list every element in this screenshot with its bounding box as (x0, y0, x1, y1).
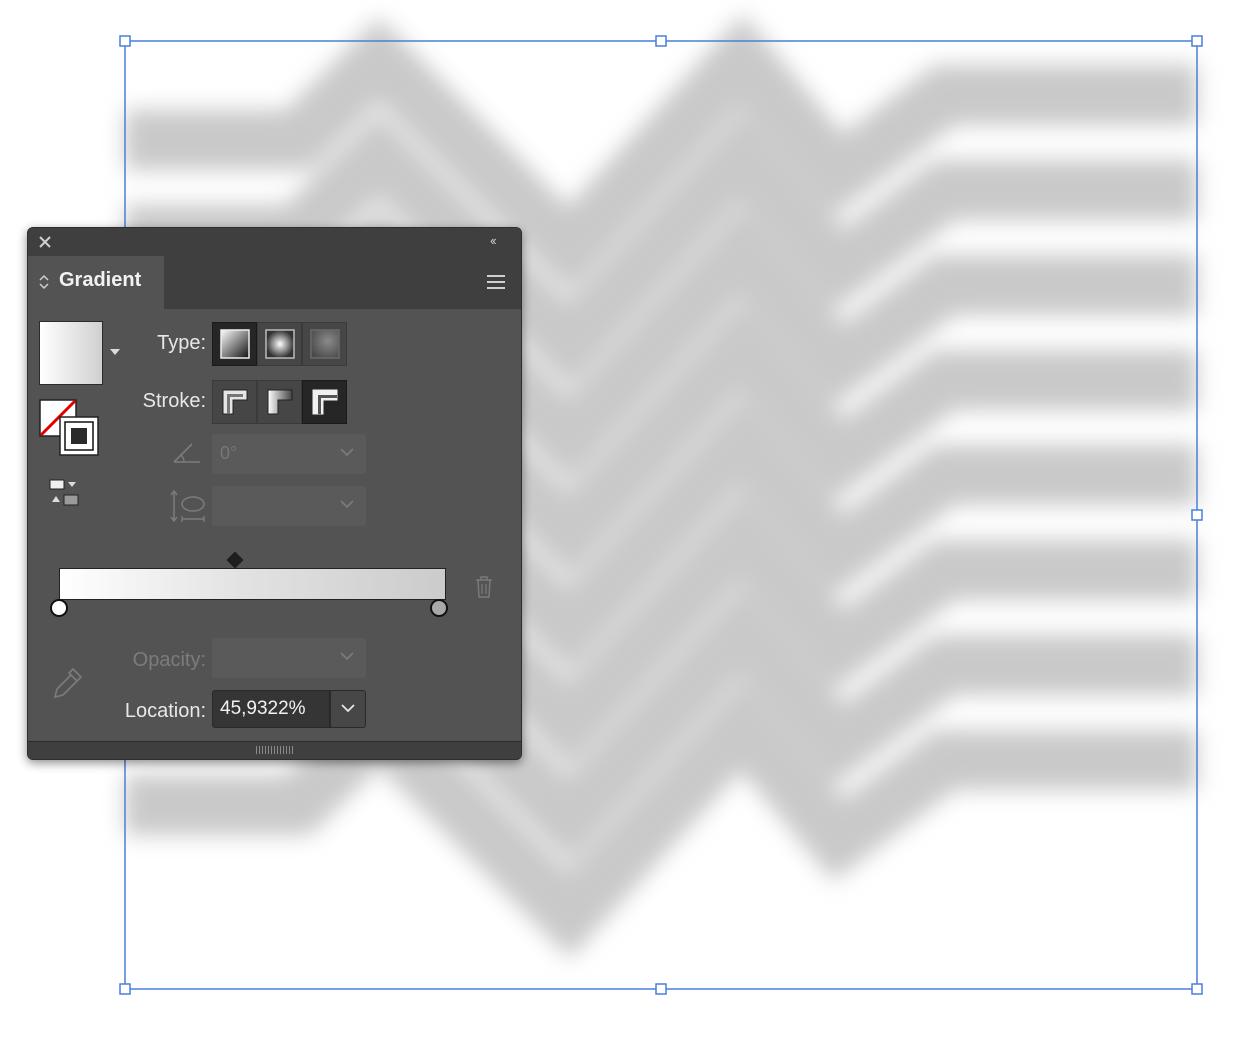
stroke-across-button[interactable] (302, 380, 347, 424)
opacity-label: Opacity: (132, 649, 206, 671)
gradient-midpoint-diamond[interactable] (226, 551, 244, 569)
aspect-ratio-icon (170, 489, 205, 523)
location-dropdown-button[interactable] (330, 690, 366, 728)
stroke-within-icon (222, 389, 247, 415)
location-input[interactable]: 45,9322% (212, 690, 330, 728)
panel-options-toggle-icon[interactable] (38, 272, 50, 292)
panel-title: Gradient (59, 269, 142, 291)
panel-tab-row: Gradient (28, 256, 521, 309)
handle-top-left[interactable] (119, 35, 131, 47)
freeform-gradient-button[interactable] (302, 322, 347, 366)
stroke-button-group (212, 380, 347, 424)
freeform-gradient-icon (309, 329, 340, 359)
handle-bottom-center[interactable] (655, 983, 667, 995)
radial-gradient-icon (264, 329, 295, 359)
eyedropper-icon[interactable] (51, 665, 85, 701)
gradient-stop-start[interactable] (50, 599, 68, 617)
trash-icon[interactable] (473, 575, 495, 599)
handle-bottom-left[interactable] (119, 983, 131, 995)
stroke-across-icon (312, 389, 337, 415)
stroke-swatch[interactable] (59, 416, 99, 456)
type-label: Type: (157, 332, 206, 354)
chevron-down-icon (340, 500, 354, 509)
stroke-within-button[interactable] (212, 380, 257, 424)
tab-gradient[interactable]: Gradient (28, 256, 164, 309)
angle-icon (173, 443, 200, 463)
angle-value: 0° (220, 443, 238, 463)
location-value: 45,9322% (220, 698, 306, 719)
chevron-down-icon (340, 448, 354, 457)
linear-gradient-icon (219, 329, 250, 359)
panel-resize-bar[interactable] (28, 741, 521, 759)
stroke-along-button[interactable] (257, 380, 302, 424)
gradient-panel: ‹‹ Gradient Type: Stroke: 0° Opacity: Lo… (27, 227, 522, 760)
chevron-down-icon (340, 652, 354, 661)
location-label: Location: (124, 700, 206, 722)
panel-menu-icon[interactable] (486, 274, 506, 290)
gradient-stop-end[interactable] (430, 599, 448, 617)
stroke-along-icon (267, 389, 292, 415)
gradient-slider-ramp[interactable] (59, 568, 446, 600)
radial-gradient-button[interactable] (257, 322, 302, 366)
gradient-fill-swatch[interactable] (39, 321, 103, 385)
handle-bottom-right[interactable] (1191, 983, 1203, 995)
chevron-down-icon (341, 704, 355, 713)
aspect-ratio-dropdown[interactable] (212, 486, 366, 526)
type-button-group (212, 322, 347, 366)
resize-grip-icon[interactable] (256, 746, 294, 754)
handle-top-center[interactable] (655, 35, 667, 47)
collapse-panel-icon[interactable]: ‹‹ (490, 233, 510, 249)
gradient-swatch-dropdown-icon[interactable] (110, 349, 120, 355)
angle-dropdown[interactable]: 0° (212, 434, 366, 474)
panel-titlebar[interactable]: ‹‹ (28, 228, 521, 256)
stroke-label: Stroke: (142, 390, 206, 412)
handle-middle-right[interactable] (1191, 509, 1203, 521)
close-icon[interactable] (37, 234, 53, 250)
reverse-gradient-icon[interactable] (48, 478, 82, 508)
handle-top-right[interactable] (1191, 35, 1203, 47)
opacity-dropdown[interactable] (212, 638, 366, 678)
linear-gradient-button[interactable] (212, 322, 257, 366)
